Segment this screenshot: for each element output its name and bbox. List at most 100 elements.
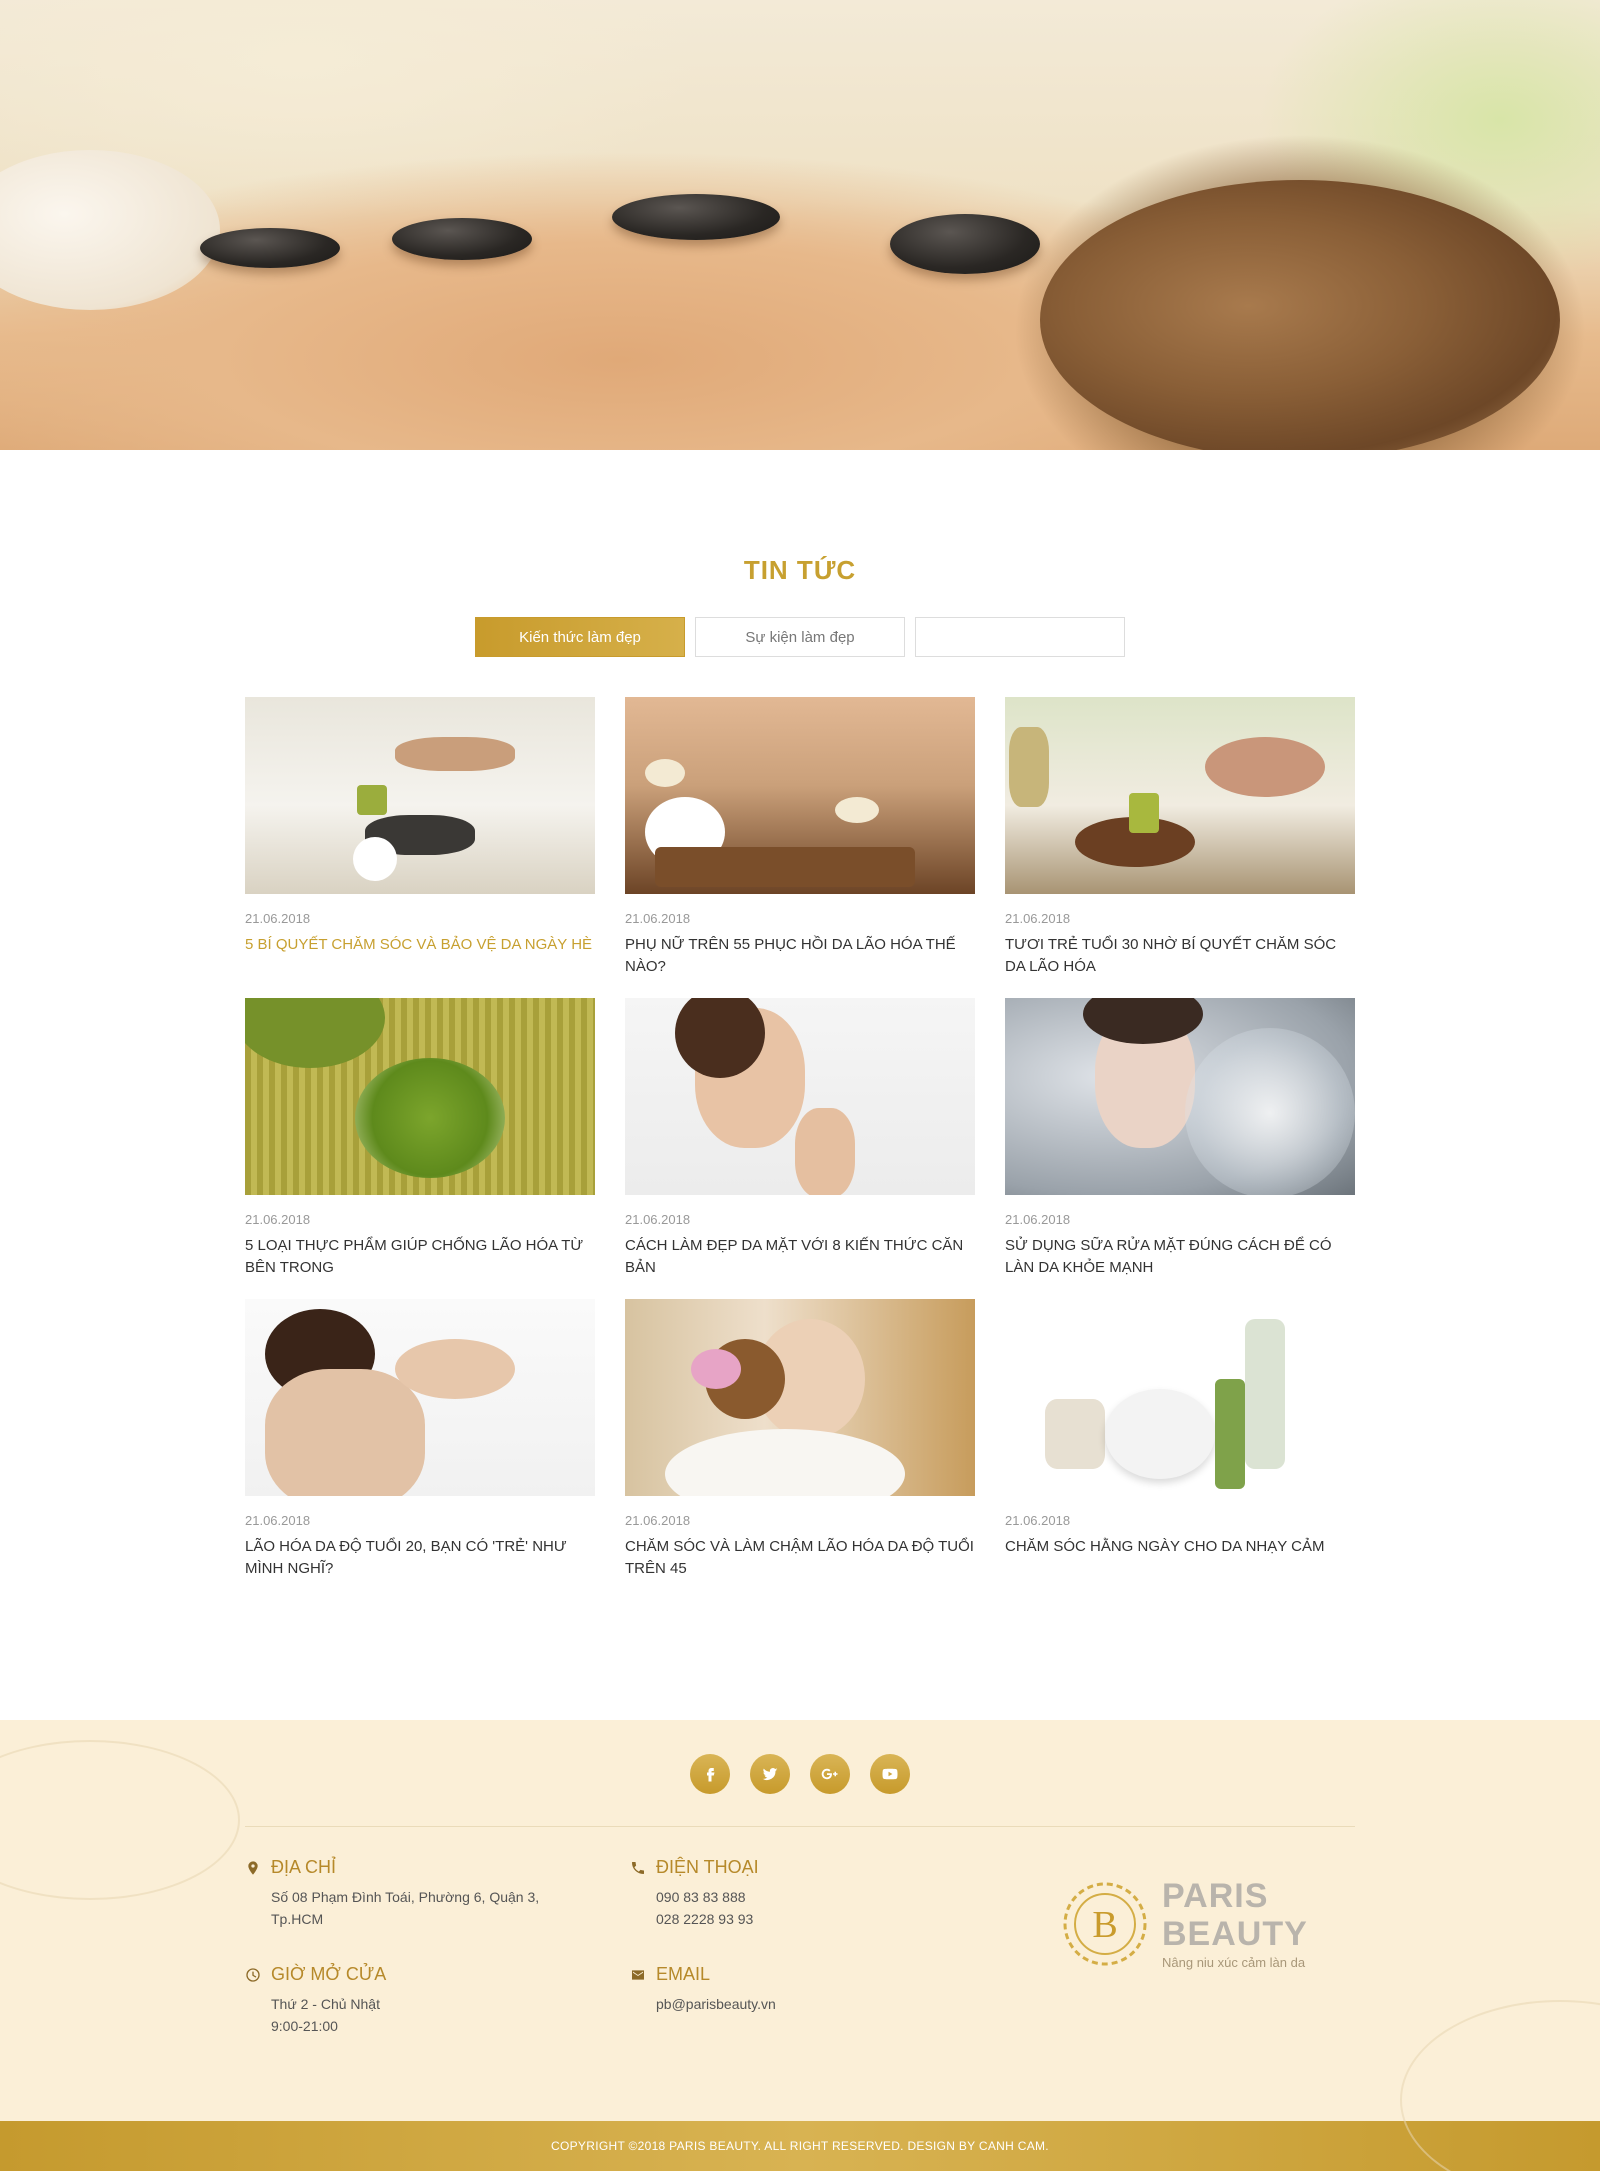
article-card[interactable]: 21.06.2018 CHĂM SÓC HẰNG NGÀY CHO DA NHẠ…: [1005, 1299, 1355, 1580]
hero-stone: [612, 194, 780, 240]
facebook-icon[interactable]: [690, 1754, 730, 1794]
article-card[interactable]: 21.06.2018 PHỤ NỮ TRÊN 55 PHỤC HỒI DA LÃ…: [625, 697, 975, 978]
article-card[interactable]: 21.06.2018 5 BÍ QUYẾT CHĂM SÓC VÀ BẢO VỆ…: [245, 697, 595, 978]
phone-heading: ĐIỆN THOẠI: [630, 1857, 1060, 1878]
article-card[interactable]: 21.06.2018 SỬ DỤNG SỮA RỬA MẶT ĐÚNG CÁCH…: [1005, 998, 1355, 1279]
tab-empty[interactable]: [915, 617, 1125, 657]
hero-towel: [0, 150, 220, 310]
bowl-shape: [1105, 1389, 1215, 1479]
article-date: 21.06.2018: [245, 1212, 311, 1227]
article-thumbnail[interactable]: [245, 1299, 595, 1496]
article-grid: 21.06.2018 5 BÍ QUYẾT CHĂM SÓC VÀ BẢO VỆ…: [245, 697, 1355, 1580]
hero-stone: [200, 228, 340, 268]
person-shape: [395, 737, 515, 771]
address-line: Số 08 Phạm Đình Toái, Phường 6, Quận 3,: [271, 1889, 540, 1905]
article-card[interactable]: 21.06.2018 CHĂM SÓC VÀ LÀM CHẬM LÃO HÓA …: [625, 1299, 975, 1580]
article-title[interactable]: SỬ DỤNG SỮA RỬA MẶT ĐÚNG CÁCH ĐỂ CÓ LÀN …: [1005, 1235, 1355, 1279]
social-links: [0, 1720, 1600, 1794]
flower-shape: [353, 837, 397, 881]
article-card[interactable]: 21.06.2018 CÁCH LÀM ĐẸP DA MẶT VỚI 8 KIẾ…: [625, 998, 975, 1279]
article-card[interactable]: 21.06.2018 TƯƠI TRẺ TUỔI 30 NHỜ BÍ QUYẾT…: [1005, 697, 1355, 978]
email-address[interactable]: pb@parisbeauty.vn: [656, 1993, 1060, 2015]
article-date: 21.06.2018: [1005, 911, 1071, 926]
email-heading: EMAIL: [630, 1964, 1060, 1985]
bamboo-shape: [1215, 1379, 1245, 1489]
tab-kien-thuc-lam-dep[interactable]: Kiến thức làm đẹp: [475, 617, 685, 657]
body-shape: [265, 1369, 425, 1496]
article-title[interactable]: CHĂM SÓC HẰNG NGÀY CHO DA NHẠY CẢM: [1005, 1536, 1355, 1580]
article-thumbnail[interactable]: [1005, 697, 1355, 894]
logo-name-line1: PARIS: [1162, 1877, 1269, 1915]
bottle-shape: [1245, 1319, 1285, 1469]
hours-heading: GIỜ MỞ CỬA: [245, 1964, 630, 1985]
person-shape: [1205, 737, 1325, 797]
decorative-swirl: [1400, 2000, 1600, 2171]
email-heading-label: EMAIL: [656, 1964, 711, 1984]
towel-shape: [665, 1429, 905, 1496]
article-thumbnail[interactable]: [625, 1299, 975, 1496]
section-title: TIN TỨC: [743, 555, 857, 585]
article-thumbnail[interactable]: [625, 998, 975, 1195]
article-thumbnail[interactable]: [245, 998, 595, 1195]
candle-shape: [645, 759, 685, 787]
hours-line: Thứ 2 - Chủ Nhật: [271, 1996, 380, 2012]
google-plus-icon[interactable]: [810, 1754, 850, 1794]
phone-number[interactable]: 028 2228 93 93: [656, 1908, 1060, 1930]
address-text: Số 08 Phạm Đình Toái, Phường 6, Quận 3, …: [271, 1886, 630, 1930]
logo-letter: B: [1092, 1904, 1117, 1946]
phone-block: ĐIỆN THOẠI 090 83 83 888 028 2228 93 93: [630, 1857, 1060, 1930]
article-title[interactable]: 5 BÍ QUYẾT CHĂM SÓC VÀ BẢO VỆ DA NGÀY HÈ: [245, 934, 595, 978]
article-date: 21.06.2018: [625, 911, 691, 926]
hours-line: 9:00-21:00: [271, 2018, 338, 2034]
footer-col-right: B PARIS BEAUTY Nâng niu xúc cảm làn da: [1060, 1857, 1355, 2071]
article-title[interactable]: PHỤ NỮ TRÊN 55 PHỤC HỒI DA LÃO HÓA THẾ N…: [625, 934, 975, 978]
email-block: EMAIL pb@parisbeauty.vn: [630, 1964, 1060, 2015]
article-card[interactable]: 21.06.2018 LÃO HÓA DA ĐỘ TUỔI 20, BẠN CÓ…: [245, 1299, 595, 1580]
article-thumbnail[interactable]: [625, 697, 975, 894]
copyright-bar: COPYRIGHT ©2018 PARIS BEAUTY. ALL RIGHT …: [0, 2121, 1600, 2171]
twitter-icon[interactable]: [750, 1754, 790, 1794]
article-date: 21.06.2018: [625, 1513, 691, 1528]
article-title[interactable]: LÃO HÓA DA ĐỘ TUỔI 20, BẠN CÓ 'TRẺ' NHƯ …: [245, 1536, 595, 1580]
article-title[interactable]: TƯƠI TRẺ TUỔI 30 NHỜ BÍ QUYẾT CHĂM SÓC D…: [1005, 934, 1355, 978]
logo-text: PARIS BEAUTY Nâng niu xúc cảm làn da: [1162, 1877, 1308, 1970]
article-title[interactable]: 5 LOẠI THỰC PHẨM GIÚP CHỐNG LÃO HÓA TỪ B…: [245, 1235, 595, 1279]
phone-number[interactable]: 090 83 83 888: [656, 1886, 1060, 1908]
water-splash-shape: [1185, 1028, 1355, 1195]
hero-stone: [392, 218, 532, 260]
news-tabs: Kiến thức làm đẹp Sự kiện làm đẹp: [0, 617, 1600, 657]
candle-shape: [1129, 793, 1159, 833]
email-text: pb@parisbeauty.vn: [656, 1993, 1060, 2015]
address-heading-label: ĐỊA CHỈ: [271, 1857, 337, 1877]
address-heading: ĐỊA CHỈ: [245, 1857, 630, 1878]
paris-beauty-logo[interactable]: B PARIS BEAUTY Nâng niu xúc cảm làn da: [1060, 1877, 1355, 1970]
candle-shape: [835, 797, 879, 823]
logo-name-line2: BEAUTY: [1162, 1915, 1308, 1953]
hand-shape: [395, 1339, 515, 1399]
tab-su-kien-lam-dep[interactable]: Sự kiện làm đẹp: [695, 617, 905, 657]
article-thumbnail[interactable]: [245, 697, 595, 894]
article-date: 21.06.2018: [245, 1513, 311, 1528]
article-title[interactable]: CHĂM SÓC VÀ LÀM CHẬM LÃO HÓA DA ĐỘ TUỔI …: [625, 1536, 975, 1580]
youtube-icon[interactable]: [870, 1754, 910, 1794]
phone-heading-label: ĐIỆN THOẠI: [656, 1857, 759, 1877]
article-date: 21.06.2018: [1005, 1212, 1071, 1227]
hours-block: GIỜ MỞ CỬA Thứ 2 - Chủ Nhật 9:00-21:00: [245, 1964, 630, 2037]
article-card[interactable]: 21.06.2018 5 LOẠI THỰC PHẨM GIÚP CHỐNG L…: [245, 998, 595, 1279]
reed-diffuser-shape: [1045, 1399, 1105, 1469]
flower-shape: [1009, 727, 1049, 807]
article-date: 21.06.2018: [245, 911, 311, 926]
article-thumbnail[interactable]: [1005, 1299, 1355, 1496]
article-date: 21.06.2018: [1005, 1513, 1071, 1528]
footer: ĐỊA CHỈ Số 08 Phạm Đình Toái, Phường 6, …: [0, 1720, 1600, 2171]
article-title[interactable]: CÁCH LÀM ĐẸP DA MẶT VỚI 8 KIẾN THỨC CĂN …: [625, 1235, 975, 1279]
hand-shape: [795, 1108, 855, 1195]
article-thumbnail[interactable]: [1005, 998, 1355, 1195]
map-pin-icon: [248, 1860, 258, 1875]
footer-col-middle: ĐIỆN THOẠI 090 83 83 888 028 2228 93 93 …: [630, 1857, 1060, 2071]
matcha-bowl-shape: [245, 998, 385, 1068]
footer-info: ĐỊA CHỈ Số 08 Phạm Đình Toái, Phường 6, …: [245, 1827, 1355, 2121]
hero-stone: [890, 214, 1040, 274]
clock-icon: [246, 1967, 260, 1982]
hero-banner: [0, 0, 1600, 450]
